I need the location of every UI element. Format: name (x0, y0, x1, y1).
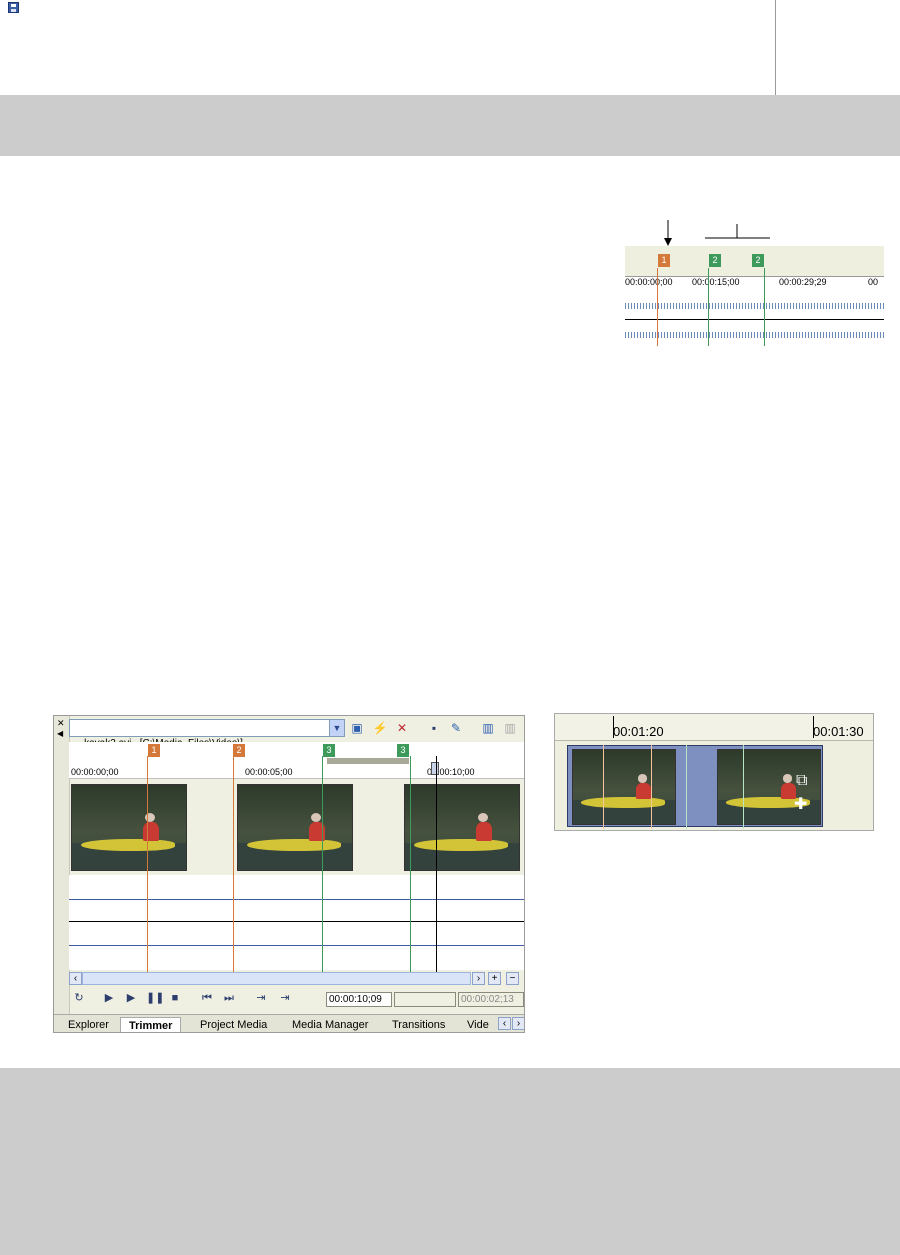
audio-waveform (625, 303, 884, 309)
marker-line (764, 268, 765, 346)
chevron-down-icon[interactable]: ▼ (329, 720, 344, 736)
go-to-start-icon[interactable]: ⏮ (200, 991, 214, 1005)
pause-icon[interactable]: ❚❚ (146, 991, 164, 1005)
insert-icon[interactable]: ⇥ (278, 991, 292, 1005)
region-bar[interactable] (327, 758, 409, 764)
play-from-start-icon[interactable]: ▶ (102, 991, 116, 1005)
file-combo[interactable]: kayak2.avi [C:\Media_Files\Video\] ▼ (69, 719, 345, 749)
marker-line (233, 756, 234, 972)
marker-flag-2[interactable]: 2 (233, 744, 245, 757)
go-to-end-icon[interactable]: ⏭ (222, 991, 236, 1005)
timecode-label: 00:00:15;00 (692, 277, 740, 287)
header-band (0, 95, 900, 156)
media-properties-icon[interactable]: ▣ (349, 721, 365, 735)
trimmer-window: ✕ ◀ kayak2.avi [C:\Media_Files\Video\] ▼… (53, 715, 525, 1033)
video-thumbnail (404, 784, 520, 871)
remove-icon[interactable]: ✕ (394, 721, 410, 735)
ruler-timecode: 00:01:20 (613, 724, 664, 739)
marker-line (657, 268, 658, 346)
marker-flag-1[interactable]: 1 (148, 744, 160, 757)
save-icon[interactable] (8, 2, 19, 13)
ruler-timecode: 00:00:05;00 (245, 767, 293, 777)
edit-icon[interactable]: ✎ (448, 721, 464, 735)
marker-line (603, 745, 604, 829)
collapse-icon[interactable]: ◀ (57, 729, 63, 738)
tab-explorer[interactable]: Explorer (60, 1017, 117, 1032)
footer-band (0, 1068, 900, 1255)
marker-line (147, 756, 148, 972)
page-divider (775, 0, 776, 95)
region-disabled-icon: ▥ (504, 721, 516, 735)
plugin-icon[interactable]: ✚ (794, 794, 807, 814)
tab-project-media[interactable]: Project Media (192, 1017, 275, 1032)
region-icon[interactable]: ▥ (480, 721, 496, 735)
region-end-flag[interactable]: 3 (397, 744, 409, 757)
time-field-empty[interactable] (394, 992, 456, 1007)
video-event[interactable]: ⧉ ✚ (567, 745, 823, 827)
dock-gutter: ✕ ◀ (54, 716, 70, 1014)
track-divider (625, 319, 884, 320)
trimmer-ruler: 1 2 3 3 00:00:00;00 00:00:05;00 00:00:10… (69, 742, 524, 779)
window-tabs: Explorer Trimmer Project Media Media Man… (54, 1014, 524, 1032)
play-icon[interactable]: ▶ (124, 991, 138, 1005)
stop-icon[interactable]: ■ (168, 991, 182, 1005)
loop-icon[interactable]: ↻ (72, 991, 86, 1005)
marker-line (708, 268, 709, 346)
tab-transitions[interactable]: Transitions (384, 1017, 453, 1032)
selection-length-field[interactable]: 00:00:02;13 (458, 992, 524, 1007)
playhead-line (436, 756, 437, 972)
marker-line (651, 745, 652, 829)
marker-line (322, 756, 323, 972)
timecode-label: 00:00:00;00 (625, 277, 673, 287)
audio-track-area (69, 875, 524, 970)
marker-ruler-figure: 1 2 2 00:00:00;00 00:00:15;00 00:00:29;2… (625, 246, 884, 346)
audio-waveform (625, 332, 884, 338)
timeline-clip-figure: 00:01:20 00:01:30 ⧉ ✚ (554, 713, 874, 831)
close-icon[interactable]: ✕ (57, 718, 65, 729)
marker-flag-2b[interactable]: 2 (752, 254, 764, 267)
video-thumbnail (237, 784, 353, 871)
playhead-handle[interactable] (431, 762, 439, 775)
marker-line (410, 756, 411, 972)
timecode-label-end: 00 (868, 277, 879, 287)
crop-icon[interactable]: ⧉ (796, 772, 807, 790)
callout-arrows (664, 220, 770, 246)
tab-trimmer[interactable]: Trimmer (120, 1017, 182, 1032)
tab-video[interactable]: Vide (459, 1017, 497, 1032)
tab-scroll-left[interactable]: ‹ (498, 1017, 511, 1030)
zoom-in-button[interactable]: + (488, 972, 501, 985)
region-start-flag[interactable]: 3 (323, 744, 335, 757)
effects-icon[interactable]: ⚡ (372, 721, 388, 735)
add-to-timeline-icon[interactable]: ⇥ (254, 991, 268, 1005)
marker-line (743, 745, 744, 829)
tab-scroll-right[interactable]: › (512, 1017, 524, 1030)
horizontal-scrollbar[interactable] (82, 972, 471, 985)
ruler-timecode: 00:01:30 (813, 724, 864, 739)
video-thumbnail (71, 784, 187, 871)
current-time-field[interactable]: 00:00:10;09 (326, 992, 392, 1007)
zoom-out-button[interactable]: − (506, 972, 519, 985)
save-icon[interactable]: ▪ (426, 721, 442, 735)
scroll-left-button[interactable]: ‹ (69, 972, 82, 985)
timeline-ruler: 00:01:20 00:01:30 (555, 714, 873, 741)
timecode-label: 00:00:29;29 (779, 277, 827, 287)
marker-flag-1[interactable]: 1 (658, 254, 670, 267)
marker-line (686, 745, 687, 829)
event-thumbnail (572, 749, 676, 825)
marker-flag-2a[interactable]: 2 (709, 254, 721, 267)
scroll-right-button[interactable]: › (472, 972, 485, 985)
ruler-timecode: 00:00:00;00 (71, 767, 119, 777)
tab-media-manager[interactable]: Media Manager (284, 1017, 376, 1032)
